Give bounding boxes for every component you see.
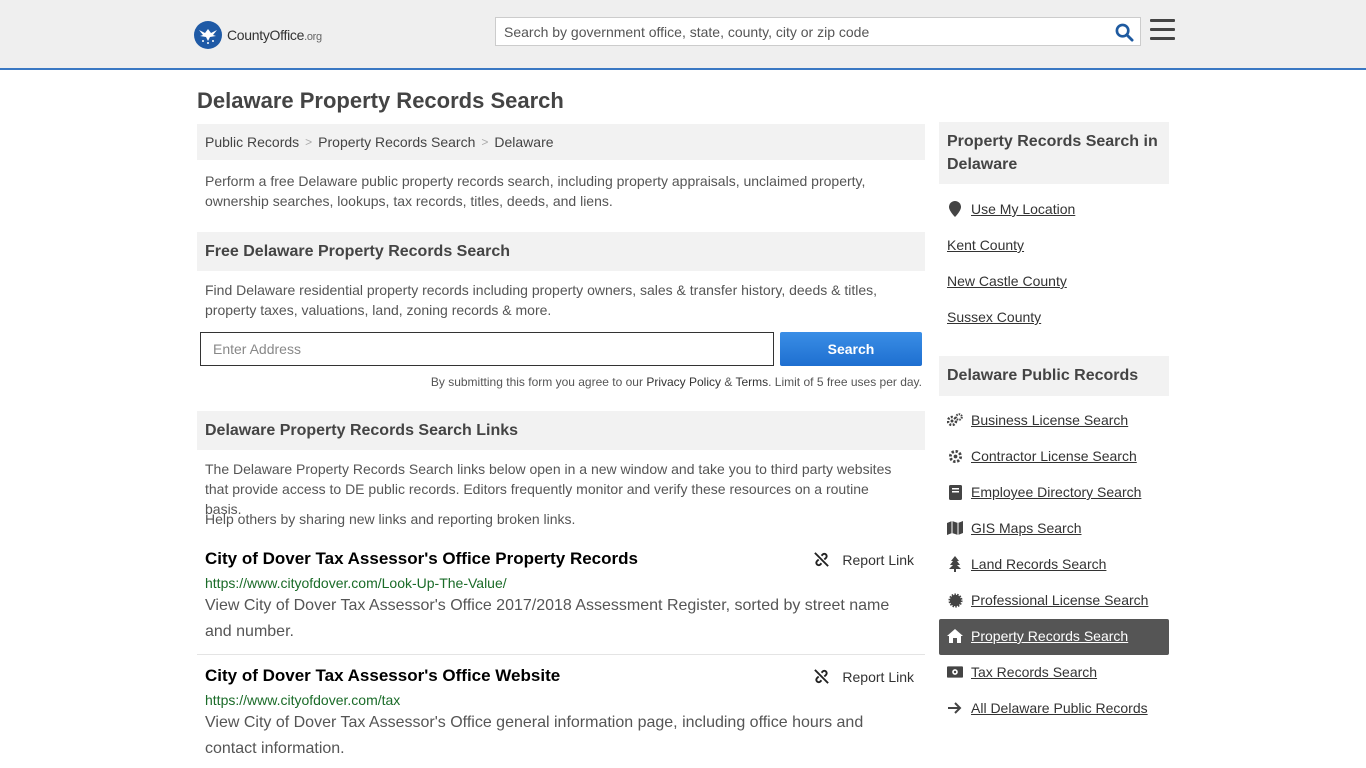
address-input[interactable] bbox=[200, 332, 774, 366]
page-title: Delaware Property Records Search bbox=[197, 88, 564, 113]
sidebar-county-sussex[interactable]: Sussex County bbox=[947, 309, 1041, 325]
resource-url: https://www.cityofdover.com/Look-Up-The-… bbox=[205, 575, 507, 591]
breadcrumb: Public Records > Property Records Search… bbox=[197, 124, 925, 160]
top-bar: CountyOffice.org bbox=[0, 0, 1366, 70]
broken-link-icon bbox=[814, 552, 830, 567]
resource-description: View City of Dover Tax Assessor's Office… bbox=[205, 597, 890, 640]
breadcrumb-public-records[interactable]: Public Records bbox=[205, 134, 299, 150]
certificate-icon bbox=[947, 592, 963, 608]
free-search-heading: Free Delaware Property Records Search bbox=[197, 232, 925, 271]
links-section-heading: Delaware Property Records Search Links bbox=[197, 411, 925, 450]
use-location-link[interactable]: Use My Location bbox=[947, 201, 1075, 217]
intro-text: Perform a free Delaware public property … bbox=[205, 173, 866, 209]
breadcrumb-delaware[interactable]: Delaware bbox=[494, 134, 553, 150]
hamburger-menu-icon[interactable] bbox=[1150, 19, 1175, 41]
broken-link-icon bbox=[814, 669, 830, 684]
resource-description: View City of Dover Tax Assessor's Office… bbox=[205, 714, 864, 757]
search-icon[interactable] bbox=[1114, 22, 1134, 42]
search-button[interactable]: Search bbox=[780, 332, 922, 366]
sidebar-item-employee-directory[interactable]: Employee Directory Search bbox=[947, 484, 1141, 500]
book-icon bbox=[947, 484, 963, 500]
sidebar-item-gis-maps[interactable]: GIS Maps Search bbox=[947, 520, 1082, 536]
divider bbox=[197, 654, 925, 655]
gears-icon bbox=[947, 412, 963, 428]
gear-icon bbox=[947, 448, 963, 464]
sidebar-item-property-records[interactable]: Property Records Search bbox=[947, 628, 1128, 644]
map-icon bbox=[947, 520, 963, 536]
report-link-button[interactable]: Report Link bbox=[813, 668, 914, 685]
sidebar-item-tax-records[interactable]: Tax Records Search bbox=[947, 664, 1097, 680]
breadcrumb-property-records[interactable]: Property Records Search bbox=[318, 134, 475, 150]
sidebar-item-contractor-license[interactable]: Contractor License Search bbox=[947, 448, 1137, 464]
terms-link[interactable]: Terms bbox=[735, 375, 768, 389]
arrow-right-icon bbox=[947, 700, 963, 716]
sidebar-property-heading: Property Records Search in Delaware bbox=[939, 122, 1169, 184]
terms-notice: By submitting this form you agree to our… bbox=[430, 375, 922, 389]
home-icon bbox=[947, 628, 963, 644]
sidebar-item-land-records[interactable]: Land Records Search bbox=[947, 556, 1106, 572]
breadcrumb-separator-icon: > bbox=[481, 135, 489, 149]
tree-icon bbox=[947, 556, 963, 572]
eagle-logo-icon bbox=[194, 21, 222, 49]
share-links-text: Help others by sharing new links and rep… bbox=[205, 511, 576, 527]
sidebar-county-new-castle[interactable]: New Castle County bbox=[947, 273, 1067, 289]
site-search bbox=[495, 17, 1141, 46]
sidebar-item-all-records[interactable]: All Delaware Public Records bbox=[947, 700, 1148, 716]
site-search-input[interactable] bbox=[496, 18, 1106, 45]
report-link-button[interactable]: Report Link bbox=[813, 551, 914, 568]
resource-title-link[interactable]: City of Dover Tax Assessor's Office Webs… bbox=[205, 666, 560, 686]
sidebar-county-kent[interactable]: Kent County bbox=[947, 237, 1024, 253]
sidebar-item-business-license[interactable]: Business License Search bbox=[947, 412, 1128, 428]
site-logo[interactable]: CountyOffice.org bbox=[194, 20, 322, 50]
new-links-link[interactable]: new links bbox=[349, 511, 407, 527]
breadcrumb-separator-icon: > bbox=[305, 135, 313, 149]
resource-url: https://www.cityofdover.com/tax bbox=[205, 692, 401, 708]
logo-text: CountyOffice.org bbox=[227, 27, 322, 43]
free-search-description: Find Delaware residential property recor… bbox=[205, 282, 878, 318]
sidebar-item-professional-license[interactable]: Professional License Search bbox=[947, 592, 1148, 608]
privacy-policy-link[interactable]: Privacy Policy bbox=[646, 375, 721, 389]
money-icon bbox=[947, 664, 963, 680]
resource-title-link[interactable]: City of Dover Tax Assessor's Office Prop… bbox=[205, 549, 638, 569]
sidebar-public-records-heading: Delaware Public Records bbox=[939, 356, 1169, 396]
map-marker-icon bbox=[947, 201, 963, 217]
